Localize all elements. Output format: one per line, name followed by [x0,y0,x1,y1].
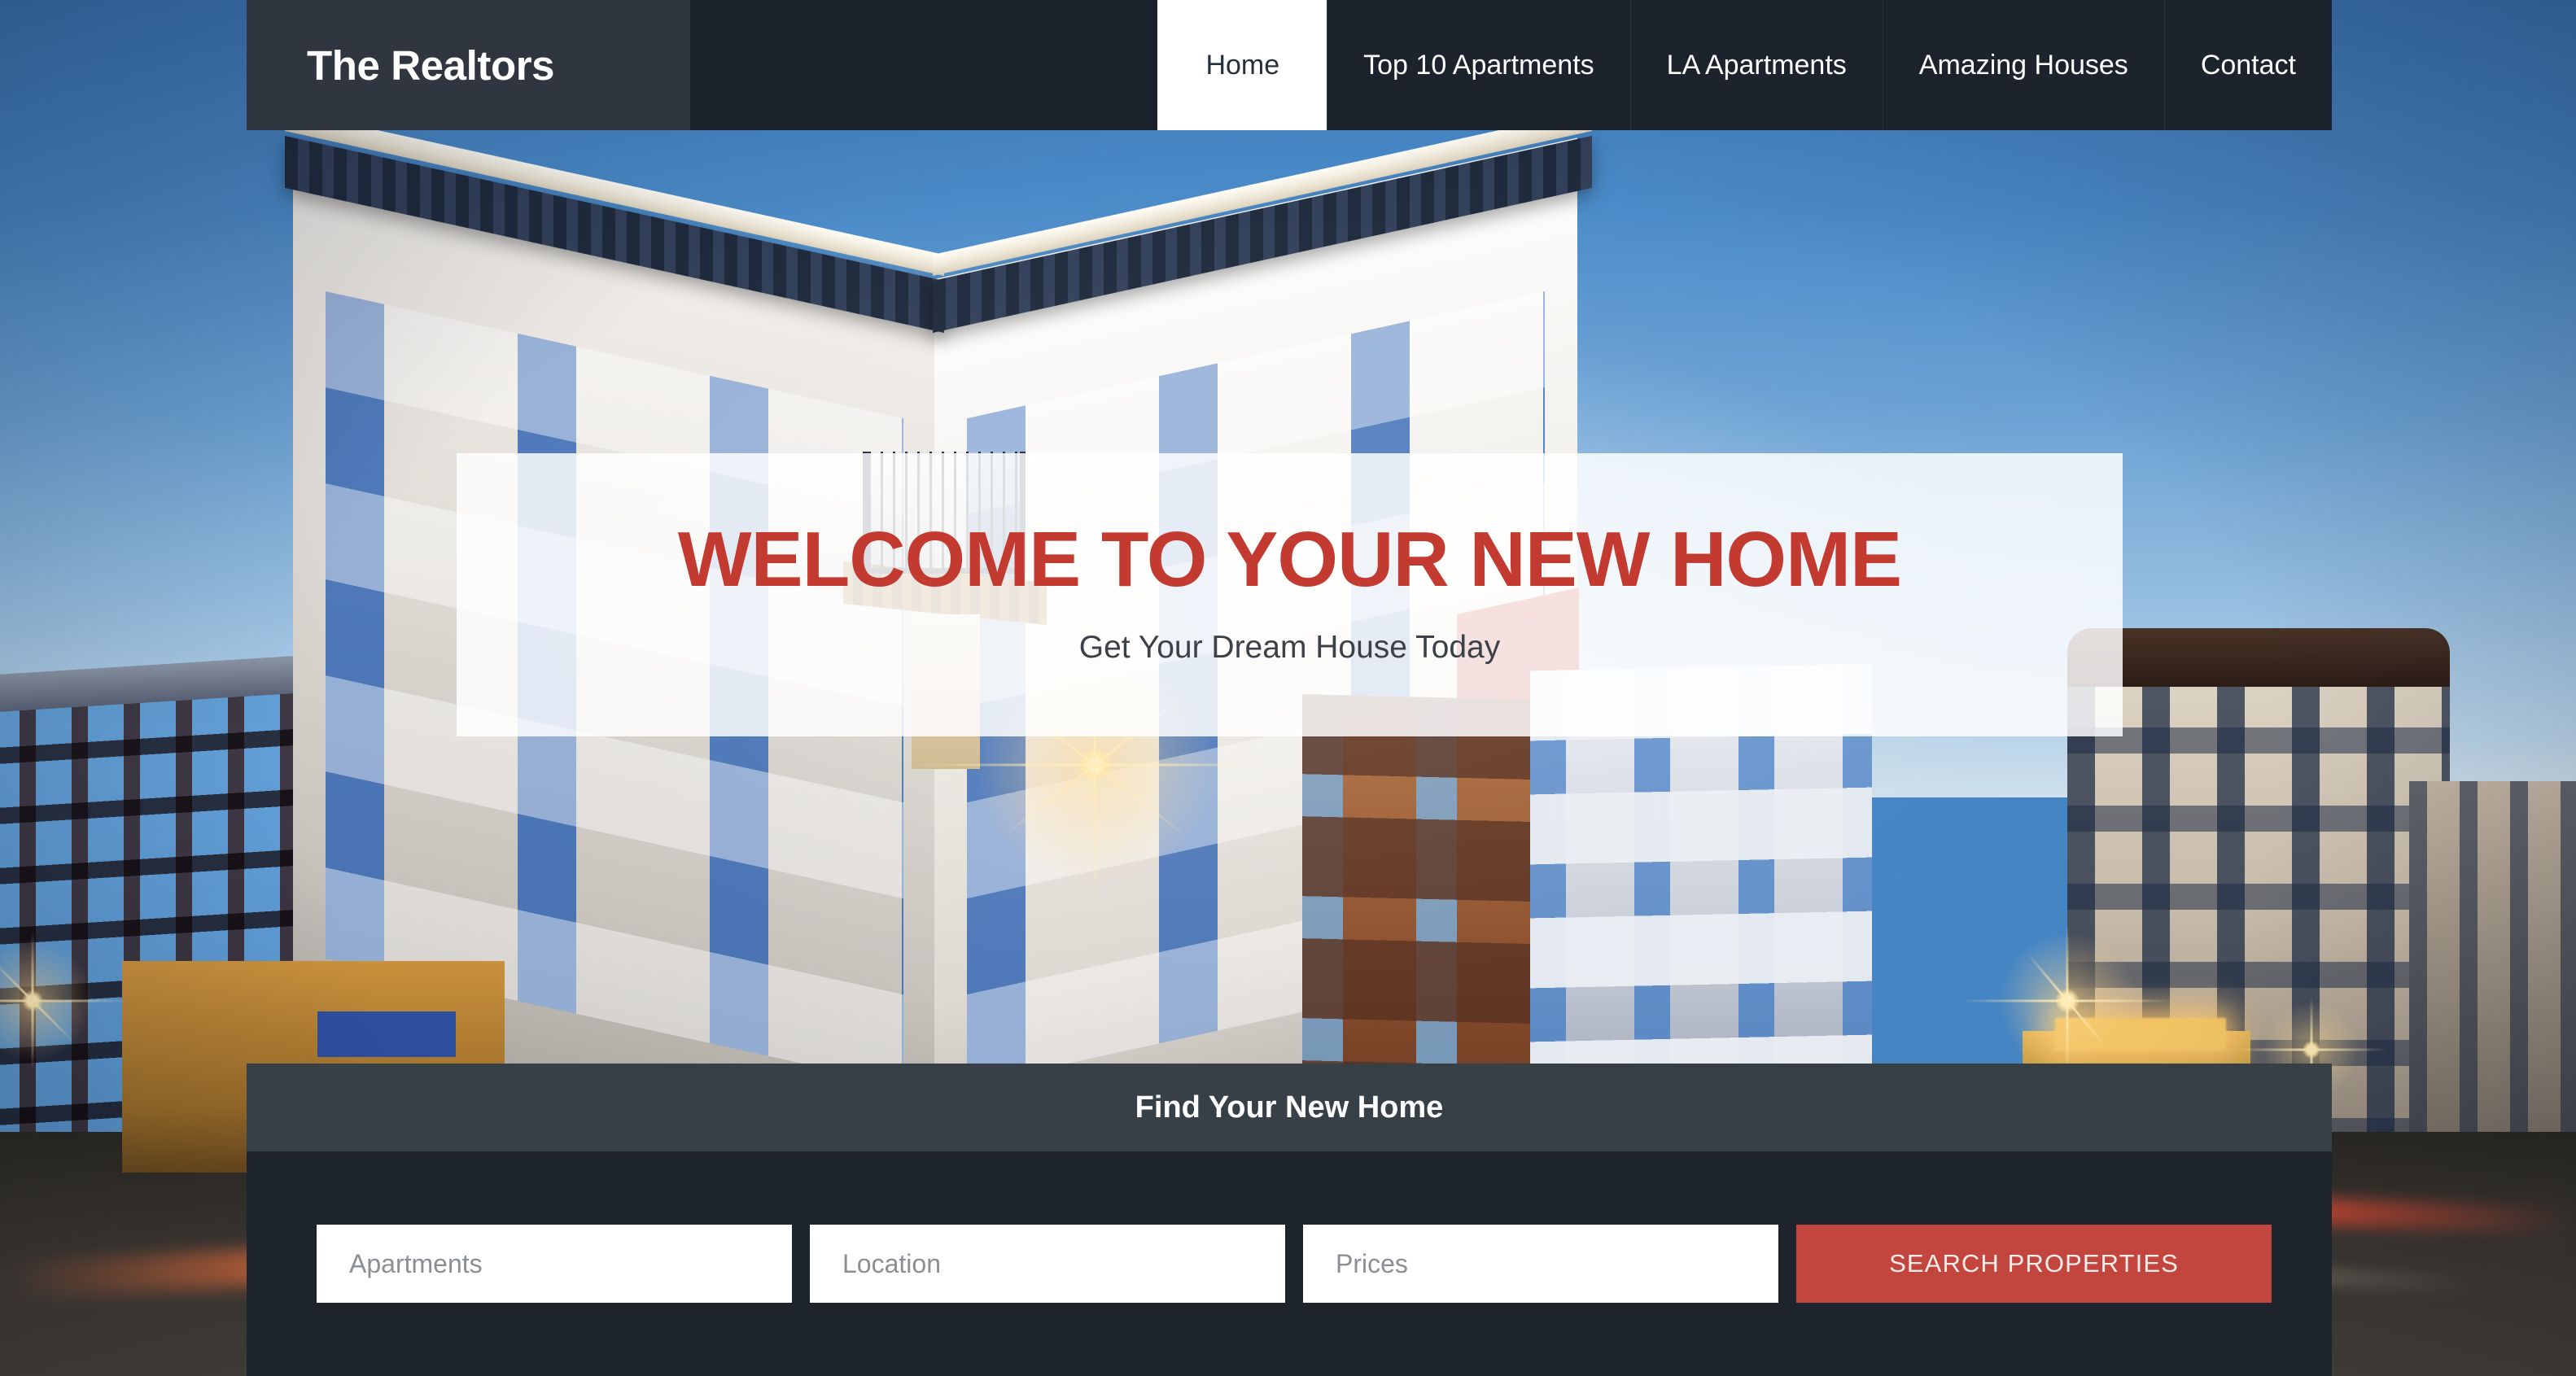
search-properties-button-label: SEARCH PROPERTIES [1889,1249,2179,1278]
nav-item-la-apartments[interactable]: LA Apartments [1629,0,1883,130]
property-search-heading: Find Your New Home [1135,1090,1444,1125]
apartments-field[interactable]: Apartments [317,1225,792,1303]
property-search-header: Find Your New Home [247,1064,2332,1151]
nav-item-home-label: Home [1205,49,1280,81]
nav-item-top-10-apartments-label: Top 10 Apartments [1363,49,1594,81]
brand-logo-block[interactable]: The Realtors [247,0,690,130]
prices-field[interactable]: Prices [1303,1225,1778,1303]
location-field[interactable]: Location [810,1225,1285,1303]
nav-item-amazing-houses[interactable]: Amazing Houses [1882,0,2164,130]
nav-item-home[interactable]: Home [1157,0,1327,130]
property-search-panel: Find Your New Home Apartments Location P… [247,1064,2332,1376]
nav-item-top-10-apartments[interactable]: Top 10 Apartments [1327,0,1630,130]
property-search-form: Apartments Location Prices SEARCH PROPER… [247,1151,2332,1376]
nav-item-contact[interactable]: Contact [2163,0,2332,130]
location-field-placeholder: Location [842,1248,941,1278]
top-navigation-bar: The Realtors Home Top 10 Apartments LA A… [247,0,2332,130]
brand-name: The Realtors [307,41,555,89]
prices-field-placeholder: Prices [1336,1248,1408,1278]
page-root: The Realtors Home Top 10 Apartments LA A… [0,0,2576,1376]
search-properties-button[interactable]: SEARCH PROPERTIES [1796,1225,2272,1303]
nav-item-amazing-houses-label: Amazing Houses [1918,49,2128,81]
hero-title: WELCOME TO YOUR NEW HOME [677,516,1902,604]
nav-item-la-apartments-label: LA Apartments [1666,49,1847,81]
apartments-field-placeholder: Apartments [349,1248,483,1278]
hero-subtitle: Get Your Dream House Today [1078,629,1501,665]
nav-menu: Home Top 10 Apartments LA Apartments Ama… [1157,0,2332,130]
nav-item-contact-label: Contact [2200,49,2296,81]
hero-text-panel: WELCOME TO YOUR NEW HOME Get Your Dream … [457,453,2123,736]
